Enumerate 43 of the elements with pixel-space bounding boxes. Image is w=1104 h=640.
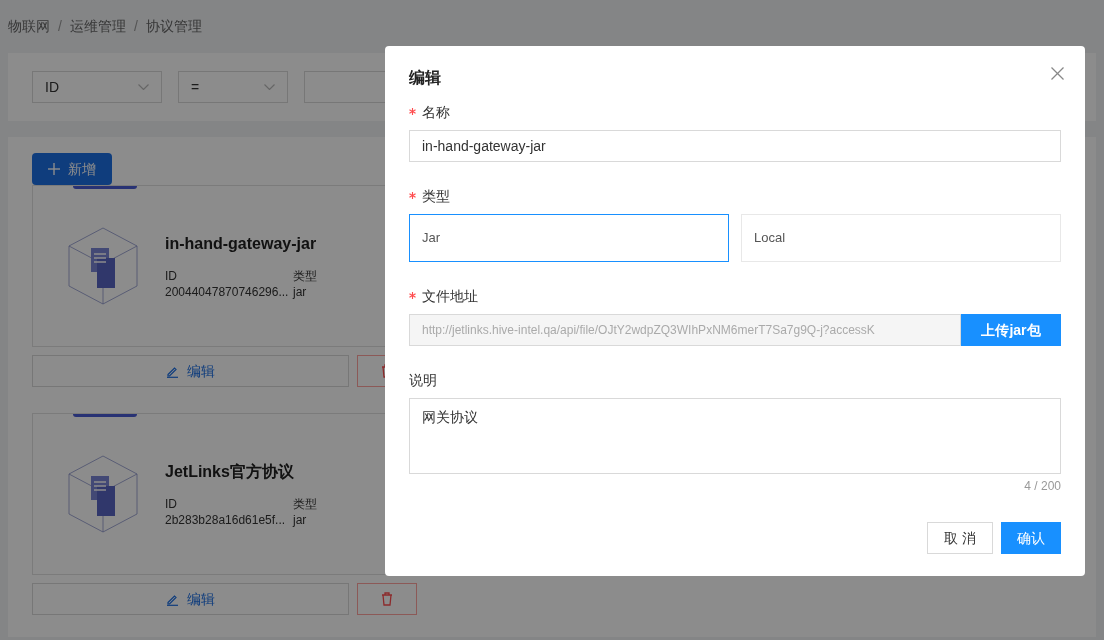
field-label: 类型: [422, 188, 450, 204]
char-count: 4 / 200: [1024, 478, 1061, 494]
breadcrumb-item[interactable]: 运维管理: [69, 16, 126, 36]
type-option[interactable]: Local: [741, 214, 1061, 262]
confirm-button[interactable]: 确认: [1001, 522, 1061, 554]
document-cube-icon: [65, 454, 141, 534]
description-field[interactable]: 网关协议: [409, 398, 1061, 474]
card-tab-bar: [73, 414, 137, 417]
card-title: in-hand-gateway-jar: [165, 234, 317, 254]
close-icon[interactable]: [1051, 67, 1064, 80]
type-label: 类型: [293, 268, 317, 284]
trash-icon: [381, 592, 393, 606]
operator-select[interactable]: =: [178, 71, 288, 103]
edit-button[interactable]: 编辑: [32, 355, 349, 387]
edit-button[interactable]: 编辑: [32, 583, 349, 615]
add-button[interactable]: 新增: [32, 153, 112, 185]
breadcrumb-separator: /: [58, 17, 62, 36]
pencil-icon: [166, 364, 179, 378]
plus-icon: [48, 163, 60, 175]
type-value: jar: [293, 512, 308, 528]
field-label: 说明: [409, 372, 437, 388]
delete-button[interactable]: [357, 583, 417, 615]
breadcrumb-item[interactable]: 物联网: [8, 16, 50, 36]
name-field[interactable]: in-hand-gateway-jar: [409, 130, 1061, 162]
field-label: 文件地址: [422, 288, 478, 304]
dialog-title: 编辑: [409, 68, 441, 88]
chevron-down-icon: [264, 84, 275, 90]
card-tab-bar: [73, 186, 137, 189]
id-label: ID: [165, 268, 178, 284]
breadcrumb-separator: /: [133, 17, 138, 36]
cancel-button[interactable]: 取 消: [927, 522, 993, 554]
type-value: jar: [293, 284, 308, 300]
field-select[interactable]: ID: [32, 71, 162, 103]
card-title: JetLinks官方协议: [165, 462, 295, 482]
id-value: 2b283b28a16d61e5f...: [165, 512, 285, 528]
document-cube-icon: [65, 226, 141, 306]
type-option[interactable]: Jar: [409, 214, 729, 262]
pencil-icon: [166, 592, 179, 606]
chevron-down-icon: [138, 84, 149, 90]
type-label: 类型: [293, 496, 317, 512]
field-label: 名称: [422, 104, 450, 120]
id-label: ID: [165, 496, 178, 512]
breadcrumb-item[interactable]: 协议管理: [145, 16, 202, 36]
